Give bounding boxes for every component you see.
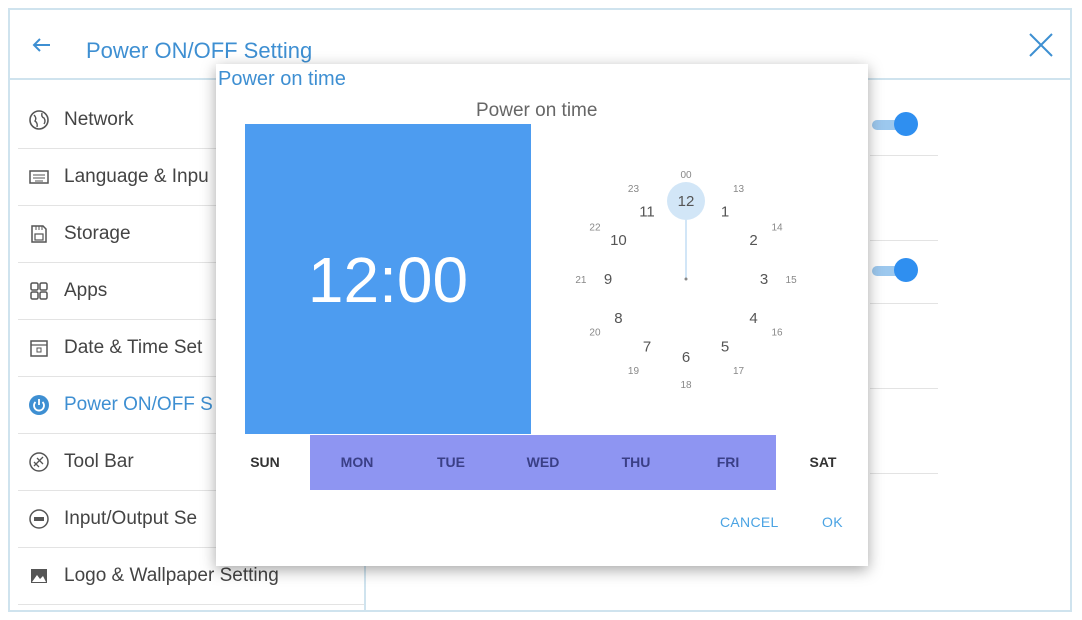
day-sat[interactable]: SAT bbox=[790, 435, 856, 490]
day-fri[interactable]: FRI bbox=[695, 435, 761, 490]
clock-hour-11[interactable]: 11 bbox=[639, 203, 655, 220]
divider bbox=[870, 155, 938, 156]
sidebar-item-label: Tool Bar bbox=[64, 451, 134, 472]
clock-hour-3[interactable]: 3 bbox=[760, 271, 768, 288]
clock-center-dot bbox=[684, 277, 688, 281]
divider bbox=[870, 240, 938, 241]
sidebar-item-label: Apps bbox=[64, 280, 108, 301]
clock-hour-19[interactable]: 19 bbox=[628, 366, 640, 377]
sidebar-item-label: Language & Inpu bbox=[64, 166, 209, 187]
page-title: Power ON/OFF Setting bbox=[86, 38, 313, 63]
clock-hour-15[interactable]: 15 bbox=[786, 275, 798, 286]
clock-hour-6[interactable]: 6 bbox=[682, 349, 690, 366]
clock-hour-10[interactable]: 10 bbox=[610, 232, 627, 249]
ok-button[interactable]: OK bbox=[822, 514, 843, 530]
globe-icon bbox=[29, 110, 49, 130]
clock-hour-00[interactable]: 00 bbox=[680, 170, 692, 181]
divider bbox=[870, 303, 938, 304]
power-icon bbox=[29, 395, 49, 415]
toolbar-icon bbox=[29, 452, 49, 472]
day-wed[interactable]: WED bbox=[510, 435, 576, 490]
sidebar-item-label: Network bbox=[64, 109, 134, 130]
clock-hour-5[interactable]: 5 bbox=[721, 339, 729, 356]
back-arrow-icon[interactable] bbox=[30, 34, 52, 56]
clock-hour-18[interactable]: 18 bbox=[680, 380, 692, 391]
divider bbox=[870, 388, 938, 389]
toggle-knob bbox=[894, 112, 918, 136]
toggle-switch[interactable] bbox=[872, 112, 918, 138]
calendar-icon bbox=[30, 340, 48, 357]
sidebar-item-label: Storage bbox=[64, 223, 131, 244]
weekday-selector: SUN MON TUE WED THU FRI SAT bbox=[216, 435, 868, 490]
clock-hour-12[interactable]: 12 bbox=[678, 193, 695, 210]
toggle-switch[interactable] bbox=[872, 258, 918, 284]
clock-hour-2[interactable]: 2 bbox=[749, 232, 757, 249]
dialog-subtitle: Power on time bbox=[476, 100, 598, 121]
clock-hour-4[interactable]: 4 bbox=[749, 310, 757, 327]
input-output-icon bbox=[29, 509, 49, 529]
keyboard-icon bbox=[29, 170, 49, 184]
storage-icon bbox=[31, 225, 47, 243]
clock-hour-16[interactable]: 16 bbox=[771, 328, 783, 339]
sidebar-item-label: Date & Time Set bbox=[64, 337, 203, 358]
clock-dial[interactable]: 123456789101112131415161718192021222300 bbox=[546, 124, 836, 434]
divider bbox=[870, 473, 938, 474]
sidebar-item-label: Power ON/OFF S bbox=[64, 394, 213, 415]
selected-time[interactable]: 12:00 bbox=[245, 248, 531, 312]
clock-face[interactable]: 1 2 3 4 5 6 7 8 9 10 11 12 13 14 15 16 17 18 19 20 21 22 23 00 bbox=[546, 124, 836, 434]
clock-hour-7[interactable]: 7 bbox=[643, 339, 651, 356]
clock-hour-14[interactable]: 14 bbox=[771, 222, 783, 233]
time-picker-dialog: Power on time Power on time 12:00 123456… bbox=[216, 64, 868, 566]
toggle-knob bbox=[894, 258, 918, 282]
clock-hour-1[interactable]: 1 bbox=[721, 203, 729, 220]
day-tue[interactable]: TUE bbox=[418, 435, 484, 490]
apps-icon bbox=[30, 282, 48, 300]
sidebar-item-label: Input/Output Se bbox=[64, 508, 198, 529]
clock-hour-8[interactable]: 8 bbox=[614, 310, 622, 327]
clock-hour-22[interactable]: 22 bbox=[589, 222, 601, 233]
clock-hour-13[interactable]: 13 bbox=[733, 184, 745, 195]
dialog-heading: Power on time bbox=[218, 68, 346, 90]
time-display-panel: 12:00 bbox=[245, 124, 531, 434]
clock-hour-21[interactable]: 21 bbox=[575, 275, 587, 286]
clock-hour-20[interactable]: 20 bbox=[589, 328, 601, 339]
day-thu[interactable]: THU bbox=[603, 435, 669, 490]
clock-hour-9[interactable]: 9 bbox=[604, 271, 612, 288]
close-icon[interactable] bbox=[1026, 30, 1056, 60]
clock-hour-17[interactable]: 17 bbox=[733, 366, 745, 377]
cancel-button[interactable]: CANCEL bbox=[720, 514, 779, 530]
clock-hour-23[interactable]: 23 bbox=[628, 184, 640, 195]
day-sun[interactable]: SUN bbox=[232, 435, 298, 490]
day-mon[interactable]: MON bbox=[324, 435, 390, 490]
sidebar-item-label: Logo & Wallpaper Setting bbox=[64, 565, 279, 586]
wallpaper-icon bbox=[31, 569, 47, 583]
